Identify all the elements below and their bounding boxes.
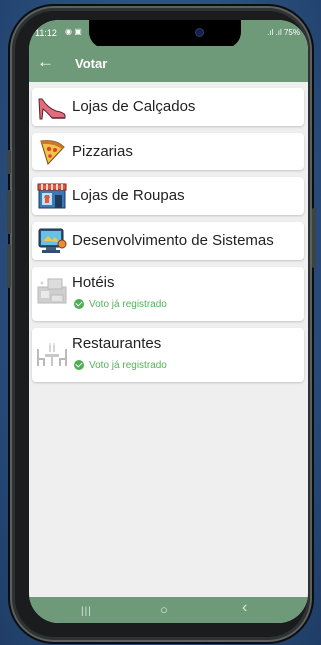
category-item-lojas-de-calcados[interactable]: Lojas de Calçados xyxy=(32,88,304,126)
notification-icons: ◉ ▣ xyxy=(65,27,82,36)
check-circle-icon xyxy=(74,299,84,309)
front-camera xyxy=(195,28,204,37)
category-label: Pizzarias xyxy=(72,143,133,160)
back-arrow-icon[interactable]: ← xyxy=(37,52,54,72)
page-title: Votar xyxy=(75,56,108,71)
phone-side-button xyxy=(7,190,11,234)
vote-status: Voto já registrado xyxy=(74,298,167,310)
hotel-icon xyxy=(37,278,67,304)
category-item-lojas-de-roupas[interactable]: Lojas de Roupas xyxy=(32,177,304,215)
home-button[interactable]: ○ xyxy=(160,602,168,618)
category-label: Restaurantes xyxy=(72,335,162,352)
category-label: Desenvolvimento de Sistemas xyxy=(72,232,274,249)
category-label: Hotéis xyxy=(72,274,115,291)
category-item-desenvolvimento-de-sistemas[interactable]: Desenvolvimento de Sistemas xyxy=(32,222,304,260)
computer-icon xyxy=(38,228,67,253)
category-label: Lojas de Roupas xyxy=(72,187,185,204)
category-label: Lojas de Calçados xyxy=(72,98,196,115)
phone-side-button xyxy=(7,244,11,288)
vote-status: Voto já registrado xyxy=(74,359,167,371)
restaurant-icon xyxy=(37,343,67,366)
phone-side-button xyxy=(312,208,316,268)
app-bar: ← Votar xyxy=(29,46,308,82)
camera-notch xyxy=(89,20,241,48)
back-button[interactable]: ‹ xyxy=(242,600,247,616)
category-item-hoteis[interactable]: Hotéis Voto já registrado xyxy=(32,267,304,321)
vote-status-text: Voto já registrado xyxy=(89,298,167,310)
phone-side-button xyxy=(7,150,11,174)
category-item-restaurantes[interactable]: Restaurantes Voto já registrado xyxy=(32,328,304,382)
status-time: 11:12 xyxy=(35,28,57,38)
vote-status-text: Voto já registrado xyxy=(89,359,167,371)
system-nav-bar: ||| ○ ‹ xyxy=(29,597,308,623)
clothing-store-icon xyxy=(37,183,67,209)
recents-button[interactable]: ||| xyxy=(81,604,92,620)
signal-battery-indicator: .ıl .ıl 75% xyxy=(267,28,300,37)
category-item-pizzarias[interactable]: Pizzarias xyxy=(32,133,304,170)
check-circle-icon xyxy=(74,360,84,370)
app-screen: 11:12 ◉ ▣ .ıl .ıl 75% ← Votar Lojas de C… xyxy=(29,20,308,623)
high-heel-icon xyxy=(38,98,66,120)
pizza-icon xyxy=(40,140,65,165)
